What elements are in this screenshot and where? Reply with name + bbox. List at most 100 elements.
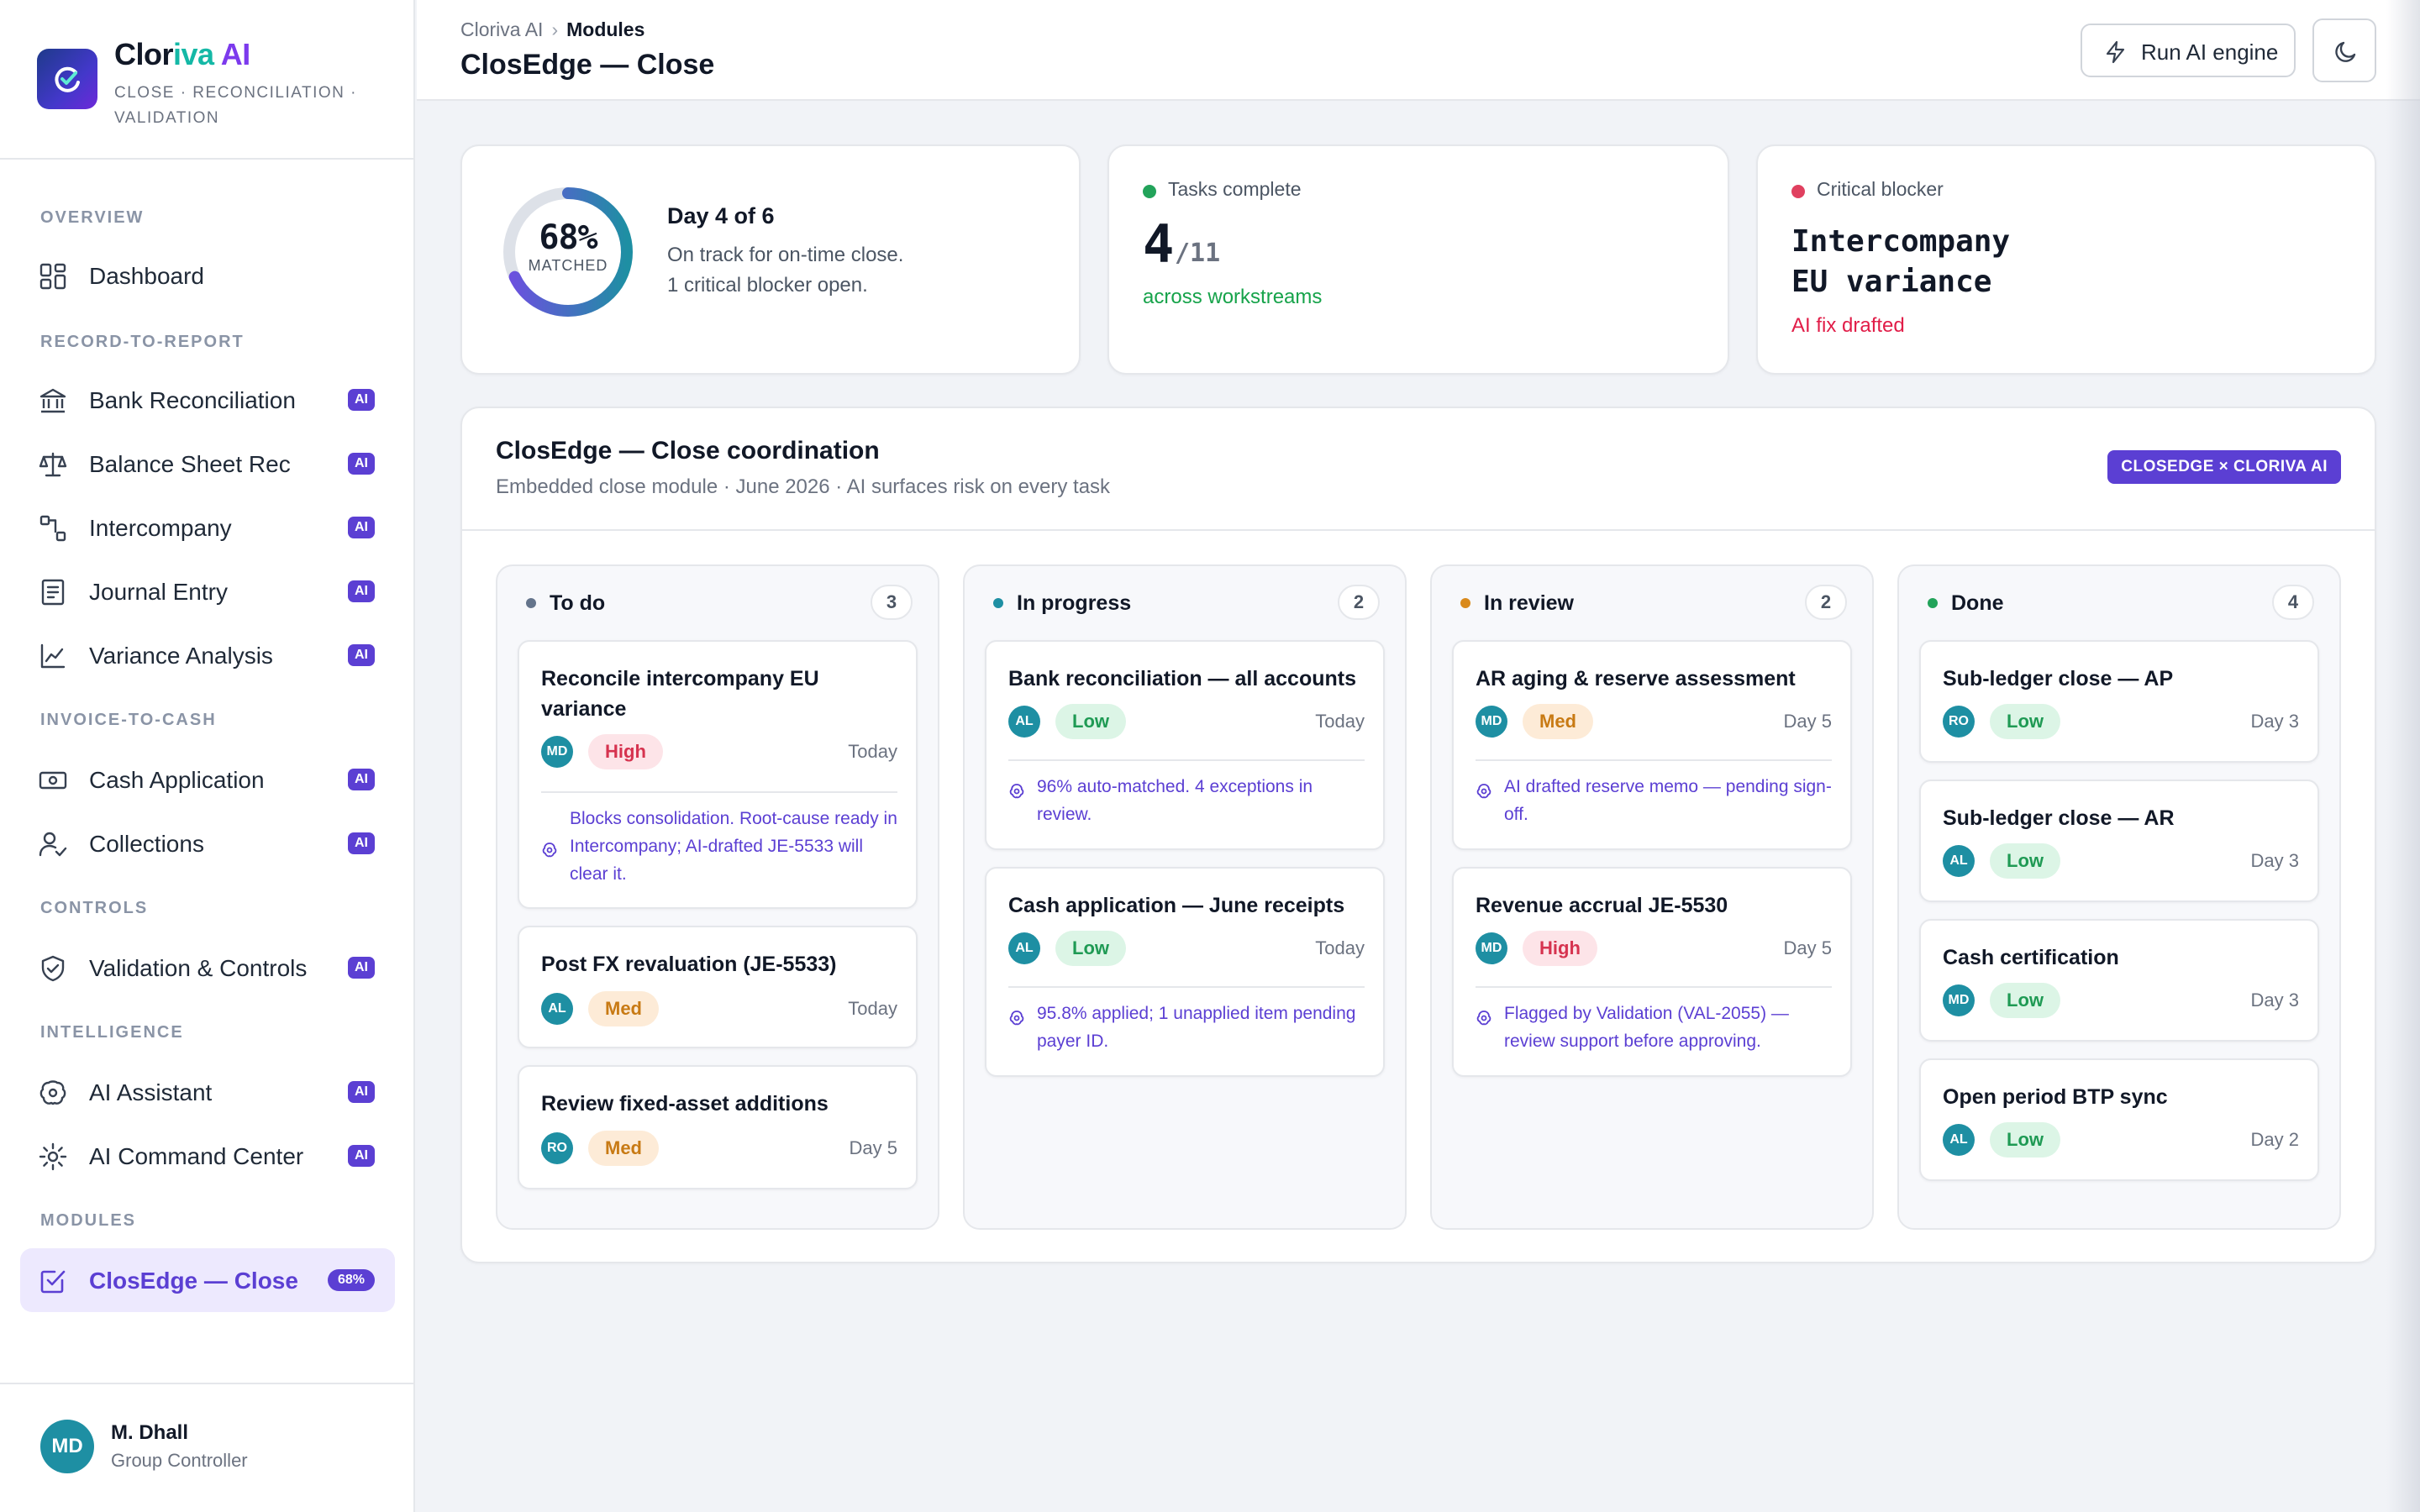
- sidebar-item-dashboard[interactable]: Dashboard: [20, 244, 395, 307]
- dashboard-icon: [39, 263, 66, 290]
- task-title: Post FX revaluation (JE-5533): [541, 953, 837, 976]
- breadcrumb-root[interactable]: Cloriva AI: [460, 18, 543, 40]
- sidebar-item-validation-controls[interactable]: Validation & Controls AI: [20, 936, 395, 1000]
- ai-badge: AI: [348, 644, 375, 666]
- due-date: Today: [848, 998, 897, 1019]
- sidebar-item-label: Validation & Controls: [89, 955, 308, 981]
- ai-badge: AI: [348, 517, 375, 538]
- owner-avatar: AL: [541, 993, 573, 1025]
- due-date: Day 3: [2250, 850, 2299, 871]
- sidebar-item-label: Collections: [89, 831, 204, 857]
- ai-badge: AI: [348, 580, 375, 602]
- due-date: Day 5: [1783, 711, 1832, 732]
- priority-badge: Low: [1055, 931, 1126, 966]
- column-title: To do: [550, 591, 606, 615]
- task-card[interactable]: Sub-ledger close — AP RO Low Day 3: [1919, 640, 2319, 763]
- due-date: Day 5: [849, 1137, 897, 1158]
- owner-avatar: MD: [1476, 932, 1507, 964]
- due-date: Day 3: [2250, 990, 2299, 1011]
- task-card[interactable]: Reconcile intercompany EU variance MD Hi…: [518, 640, 918, 909]
- section-invoice-to-cash: INVOICE-TO-CASH: [40, 711, 217, 729]
- sidebar-item-ai-assistant[interactable]: AI Assistant AI: [20, 1060, 395, 1124]
- column-title: In progress: [1017, 591, 1132, 615]
- sidebar-item-intercompany[interactable]: Intercompany AI: [20, 496, 395, 559]
- sidebar-item-label: Balance Sheet Rec: [89, 451, 291, 477]
- panel-divider: [462, 529, 2375, 531]
- column-dot: [993, 598, 1003, 608]
- section-record-to-report: RECORD-TO-REPORT: [40, 333, 245, 351]
- task-meta: AL Low Today: [1008, 704, 1365, 739]
- sidebar-item-label: Variance Analysis: [89, 643, 273, 669]
- alert-dot: [1791, 185, 1805, 198]
- intercompany-icon: [39, 515, 66, 542]
- task-card[interactable]: Open period BTP sync AL Low Day 2: [1919, 1058, 2319, 1181]
- column-dot: [526, 598, 536, 608]
- note-divider: [1476, 759, 1832, 761]
- tasks-complete-card: Tasks complete 4 /11 across workstreams: [1107, 144, 1729, 375]
- task-meta: RO Med Day 5: [541, 1131, 897, 1166]
- section-modules: MODULES: [40, 1211, 136, 1230]
- owner-avatar: AL: [1943, 1124, 1975, 1156]
- column-count: 2: [1338, 585, 1380, 620]
- task-meta: AL Med Today: [541, 991, 897, 1026]
- close-progress-card: 68% MATCHED Day 4 of 6 On track for on-t…: [460, 144, 1081, 375]
- sidebar-item-variance-analysis[interactable]: Variance Analysis AI: [20, 623, 395, 687]
- due-date: Day 5: [1783, 937, 1832, 958]
- brand[interactable]: Cloriva AI CLOSE · RECONCILIATION · VALI…: [37, 37, 390, 138]
- line-chart-icon: [40, 643, 66, 669]
- close-day: Day 4 of 6: [667, 203, 775, 228]
- sidebar-item-label: Intercompany: [89, 515, 232, 541]
- task-card[interactable]: Bank reconciliation — all accounts AL Lo…: [985, 640, 1385, 850]
- breadcrumb-current[interactable]: Modules: [566, 18, 644, 40]
- column-dot: [1928, 598, 1938, 608]
- user-profile[interactable]: MD M. Dhall Group Controller: [40, 1420, 393, 1478]
- task-card[interactable]: Revenue accrual JE-5530 MD High Day 5 Fl…: [1452, 867, 1852, 1077]
- priority-badge: Low: [1055, 704, 1126, 739]
- sidebar-divider: [0, 1383, 415, 1384]
- task-card[interactable]: Review fixed-asset additions RO Med Day …: [518, 1065, 918, 1189]
- checkbox-icon: [40, 1270, 66, 1294]
- run-ai-engine-label: Run AI engine: [2141, 39, 2279, 65]
- task-card[interactable]: AR aging & reserve assessment MD Med Day…: [1452, 640, 1852, 850]
- priority-badge: Low: [1990, 983, 2060, 1018]
- owner-avatar: AL: [1008, 932, 1040, 964]
- task-card[interactable]: Cash certification MD Low Day 3: [1919, 919, 2319, 1042]
- sidebar-item-label: AI Assistant: [89, 1079, 213, 1105]
- sidebar-item-balance-sheet-rec[interactable]: Balance Sheet Rec AI: [20, 432, 395, 496]
- column-count: 4: [2272, 585, 2314, 620]
- sidebar-item-label: ClosEdge — Close: [89, 1268, 298, 1294]
- task-meta: RO Low Day 3: [1943, 704, 2299, 739]
- blocker-footer: AI fix drafted: [1791, 314, 1905, 337]
- sidebar-item-bank-reconciliation[interactable]: Bank Reconciliation AI: [20, 368, 395, 432]
- scale-icon: [39, 452, 67, 477]
- task-card[interactable]: Sub-ledger close — AR AL Low Day 3: [1919, 780, 2319, 902]
- task-title: Bank reconciliation — all accounts: [1008, 667, 1357, 690]
- ai-spark-icon: [1476, 1011, 1491, 1026]
- cash-icon: [39, 771, 67, 790]
- sidebar-item-journal-entry[interactable]: Journal Entry AI: [20, 559, 395, 623]
- section-controls: CONTROLS: [40, 899, 149, 917]
- blocker-title: Intercompany EU variance: [1791, 224, 2011, 299]
- task-title: Open period BTP sync: [1943, 1085, 2168, 1109]
- run-ai-engine-button[interactable]: Run AI engine: [2081, 24, 2296, 77]
- task-card[interactable]: Post FX revaluation (JE-5533) AL Med Tod…: [518, 926, 918, 1048]
- task-title: Reconcile intercompany EU variance: [541, 667, 819, 721]
- tasks-footer: across workstreams: [1143, 286, 1323, 308]
- owner-avatar: RO: [1943, 706, 1975, 738]
- critical-blocker-card[interactable]: Critical blocker Intercompany EU variance…: [1756, 144, 2376, 375]
- sidebar-item-closedge-close[interactable]: ClosEdge — Close 68%: [20, 1248, 395, 1312]
- note-divider: [1008, 759, 1365, 761]
- breadcrumb: Cloriva AI › Modules: [460, 18, 644, 41]
- moon-icon: [2335, 41, 2356, 62]
- sidebar-item-ai-command-center[interactable]: AI Command Center AI: [20, 1124, 395, 1188]
- theme-toggle-button[interactable]: [2312, 18, 2376, 82]
- sidebar-item-cash-application[interactable]: Cash Application AI: [20, 748, 395, 811]
- due-date: Today: [1315, 711, 1365, 732]
- sidebar-item-collections[interactable]: Collections AI: [20, 811, 395, 875]
- owner-avatar: MD: [1476, 706, 1507, 738]
- progress-label: MATCHED: [528, 257, 608, 274]
- task-title: Sub-ledger close — AR: [1943, 806, 2175, 830]
- sidebar-item-label: Cash Application: [89, 767, 265, 793]
- task-card[interactable]: Cash application — June receipts AL Low …: [985, 867, 1385, 1077]
- kanban-column-done: Done 4 Sub-ledger close — AP RO Low Day …: [1897, 564, 2341, 1230]
